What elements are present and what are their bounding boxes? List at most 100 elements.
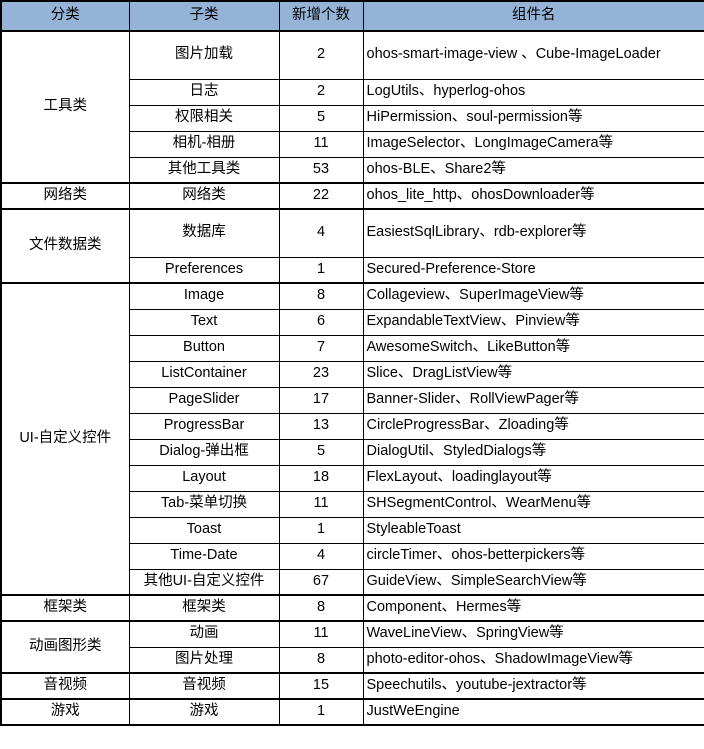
cell-subcategory: 图片处理 [128,646,280,674]
cell-new-count: 4 [278,208,364,258]
cell-subcategory: ProgressBar [128,412,280,440]
cell-subcategory: Image [128,282,280,310]
table-row: 音视频 音视频 15 Speechutils、youtube-jextractor等 [0,672,704,700]
cell-component-name: Secured-Preference-Store [362,256,704,284]
cell-new-count: 4 [278,542,364,570]
cell-component-name: photo-editor-ohos、ShadowImageView等 [362,646,704,674]
cell-subcategory: Button [128,334,280,362]
cell-new-count: 11 [278,490,364,518]
cell-new-count: 13 [278,412,364,440]
cell-component-name: WaveLineView、SpringView等 [362,620,704,648]
cell-subcategory: 网络类 [128,182,280,210]
cell-category: 动画图形类 [0,620,130,674]
cell-category: 工具类 [0,30,130,184]
cell-subcategory: 游戏 [128,698,280,726]
cell-new-count: 18 [278,464,364,492]
cell-new-count: 2 [278,30,364,80]
column-header-new-count: 新增个数 [278,0,364,32]
cell-subcategory: 权限相关 [128,104,280,132]
table-header: 分类 子类 新增个数 组件名 [0,0,704,32]
cell-new-count: 15 [278,672,364,700]
cell-component-name: CircleProgressBar、Zloading等 [362,412,704,440]
header-row: 分类 子类 新增个数 组件名 [0,0,704,32]
cell-subcategory: Layout [128,464,280,492]
cell-component-name: ExpandableTextView、Pinview等 [362,308,704,336]
cell-subcategory: PageSlider [128,386,280,414]
cell-subcategory: Toast [128,516,280,544]
cell-category: 音视频 [0,672,130,700]
cell-new-count: 8 [278,594,364,622]
cell-new-count: 6 [278,308,364,336]
cell-category: UI-自定义控件 [0,282,130,596]
table-row: 框架类 框架类 8 Component、Hermes等 [0,594,704,622]
cell-new-count: 67 [278,568,364,596]
table-body: 工具类 图片加载 2 ohos-smart-image-view 、Cube-Imag… [0,30,704,726]
cell-category: 游戏 [0,698,130,726]
cell-subcategory: 日志 [128,78,280,106]
column-header-category: 分类 [0,0,130,32]
table-row: 文件数据类 数据库 4 EasiestSqlLibrary、rdb-explorer等 [0,208,704,284]
cell-subcategory: 其他UI-自定义控件 [128,568,280,596]
cell-new-count: 5 [278,438,364,466]
cell-subcategory: ListContainer [128,360,280,388]
cell-new-count: 7 [278,334,364,362]
cell-subcategory: Dialog-弹出框 [128,438,280,466]
cell-subcategory: 图片加载 [128,30,280,80]
cell-new-count: 22 [278,182,364,210]
cell-component-name: LogUtils、hyperlog-ohos [362,78,704,106]
cell-new-count: 1 [278,698,364,726]
component-category-table: 分类 子类 新增个数 组件名 工具类 图片加载 2 ohos-smart-image-… [0,0,704,726]
cell-component-name: Collageview、SuperImageView等 [362,282,704,310]
cell-subcategory: 音视频 [128,672,280,700]
cell-component-name: StyleableToast [362,516,704,544]
cell-new-count: 8 [278,282,364,310]
cell-new-count: 17 [278,386,364,414]
cell-new-count: 8 [278,646,364,674]
cell-new-count: 11 [278,620,364,648]
cell-component-name: HiPermission、soul-permission等 [362,104,704,132]
cell-component-name: ohos_lite_http、ohosDownloader等 [362,182,704,210]
cell-subcategory: 相机-相册 [128,130,280,158]
cell-subcategory: Preferences [128,256,280,284]
cell-subcategory: 框架类 [128,594,280,622]
cell-new-count: 1 [278,516,364,544]
cell-new-count: 11 [278,130,364,158]
cell-subcategory: 其他工具类 [128,156,280,184]
cell-new-count: 23 [278,360,364,388]
cell-component-name: JustWeEngine [362,698,704,726]
cell-component-name: Speechutils、youtube-jextractor等 [362,672,704,700]
cell-subcategory: Time-Date [128,542,280,570]
cell-new-count: 5 [278,104,364,132]
cell-new-count: 2 [278,78,364,106]
cell-component-name: ohos-smart-image-view 、Cube-ImageLoader [362,30,704,80]
table-row: UI-自定义控件 Image 8 Collageview、SuperImageView… [0,282,704,596]
column-header-subcategory: 子类 [128,0,280,32]
cell-new-count: 1 [278,256,364,284]
cell-subcategory: 动画 [128,620,280,648]
table-row: 网络类 网络类 22 ohos_lite_http、ohosDownloader等 [0,182,704,210]
cell-category: 文件数据类 [0,208,130,284]
cell-new-count: 53 [278,156,364,184]
column-header-component-name: 组件名 [362,0,704,32]
cell-component-name: circleTimer、ohos-betterpickers等 [362,542,704,570]
cell-subcategory: 数据库 [128,208,280,258]
cell-component-name: EasiestSqlLibrary、rdb-explorer等 [362,208,704,258]
cell-component-name: DialogUtil、StyledDialogs等 [362,438,704,466]
cell-category: 网络类 [0,182,130,210]
spreadsheet-page: 分类 子类 新增个数 组件名 工具类 图片加载 2 ohos-smart-image-… [0,0,704,749]
table-row: 动画图形类 动画 11 WaveLineView、SpringView等 [0,620,704,674]
cell-category: 框架类 [0,594,130,622]
table-row: 工具类 图片加载 2 ohos-smart-image-view 、Cube-Imag… [0,30,704,184]
cell-component-name: GuideView、SimpleSearchView等 [362,568,704,596]
cell-component-name: AwesomeSwitch、LikeButton等 [362,334,704,362]
cell-component-name: Slice、DragListView等 [362,360,704,388]
cell-component-name: ohos-BLE、Share2等 [362,156,704,184]
cell-component-name: SHSegmentControl、WearMenu等 [362,490,704,518]
cell-component-name: ImageSelector、LongImageCamera等 [362,130,704,158]
cell-component-name: Banner-Slider、RollViewPager等 [362,386,704,414]
table-row: 游戏 游戏 1 JustWeEngine [0,698,704,726]
cell-component-name: FlexLayout、loadinglayout等 [362,464,704,492]
cell-component-name: Component、Hermes等 [362,594,704,622]
cell-subcategory: Text [128,308,280,336]
cell-subcategory: Tab-菜单切换 [128,490,280,518]
